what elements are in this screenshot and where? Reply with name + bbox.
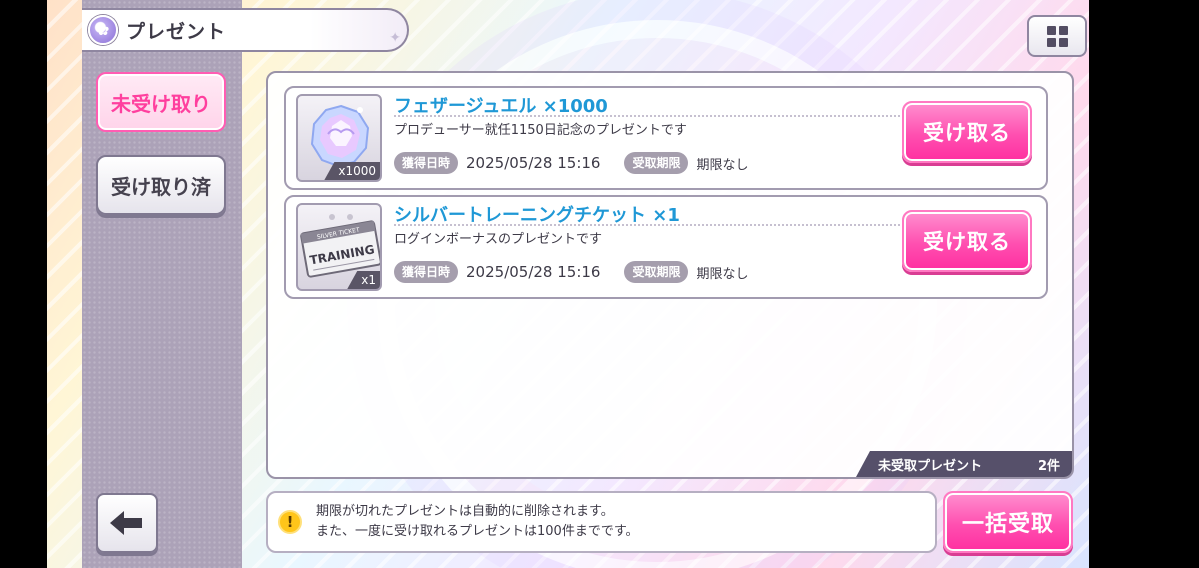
item-meta: 獲得日時 2025/05/28 15:16 受取期限 期限なし: [394, 152, 749, 174]
deadline-value: 期限なし: [696, 157, 749, 173]
divider: [394, 115, 904, 117]
grid-menu-icon: [1046, 25, 1068, 47]
deadline-value: 期限なし: [696, 266, 749, 282]
deadline-label: 受取期限: [624, 261, 689, 283]
notice-box: ! 期限が切れたプレゼントは自動的に削除されます。 また、一度に受け取れるプレゼ…: [266, 491, 937, 553]
list-item: SILVER TICKET TRAINING x1 シルバートレーニングチケット…: [284, 195, 1048, 299]
sparkle-icon: ✦: [389, 30, 401, 46]
unreceived-count-label: 未受取プレゼント: [878, 458, 983, 474]
notice-text: 期限が切れたプレゼントは自動的に削除されます。 また、一度に受け取れるプレゼント…: [316, 502, 639, 542]
bulk-receive-button[interactable]: 一括受取: [943, 491, 1073, 553]
receive-button[interactable]: 受け取る: [902, 101, 1032, 163]
acquired-label: 獲得日時: [394, 261, 459, 283]
back-button[interactable]: [96, 493, 158, 553]
title-bar: ✿ プレゼント ✦: [82, 8, 409, 52]
notice-line-2: また、一度に受け取れるプレゼントは100件までです。: [316, 524, 639, 539]
receive-button[interactable]: 受け取る: [902, 210, 1032, 272]
present-list-panel: x1000 フェザージュエル ×1000 プロデューサー就任1150日記念のプレ…: [266, 71, 1074, 479]
back-arrow-icon: [110, 511, 142, 535]
tab-unreceived[interactable]: 未受け取り: [96, 72, 226, 132]
acquired-date: 2025/05/28 15:16: [466, 263, 601, 281]
list-item: x1000 フェザージュエル ×1000 プロデューサー就任1150日記念のプレ…: [284, 86, 1048, 190]
unreceived-count-value: 2件: [1037, 458, 1060, 474]
tab-received[interactable]: 受け取り済: [96, 155, 226, 215]
page-title: プレゼント: [126, 20, 227, 43]
acquired-date: 2025/05/28 15:16: [466, 154, 601, 172]
present-badge-icon: ✿: [88, 15, 118, 45]
game-screen: ✿ プレゼント ✦ 未受け取り 受け取り済 x1000 フェザージュエル ×10…: [47, 0, 1089, 568]
item-description: ログインボーナスのプレゼントです: [394, 232, 603, 247]
item-thumbnail: x1000: [296, 94, 382, 182]
item-description: プロデューサー就任1150日記念のプレゼントです: [394, 123, 687, 138]
unreceived-count-bar: 未受取プレゼント 2件: [856, 451, 1072, 477]
warning-icon: !: [278, 510, 302, 534]
item-meta: 獲得日時 2025/05/28 15:16 受取期限 期限なし: [394, 261, 749, 283]
acquired-label: 獲得日時: [394, 152, 459, 174]
item-thumbnail: SILVER TICKET TRAINING x1: [296, 203, 382, 291]
deadline-label: 受取期限: [624, 152, 689, 174]
notice-line-1: 期限が切れたプレゼントは自動的に削除されます。: [316, 504, 614, 519]
menu-button[interactable]: [1027, 15, 1087, 57]
divider: [394, 224, 904, 226]
